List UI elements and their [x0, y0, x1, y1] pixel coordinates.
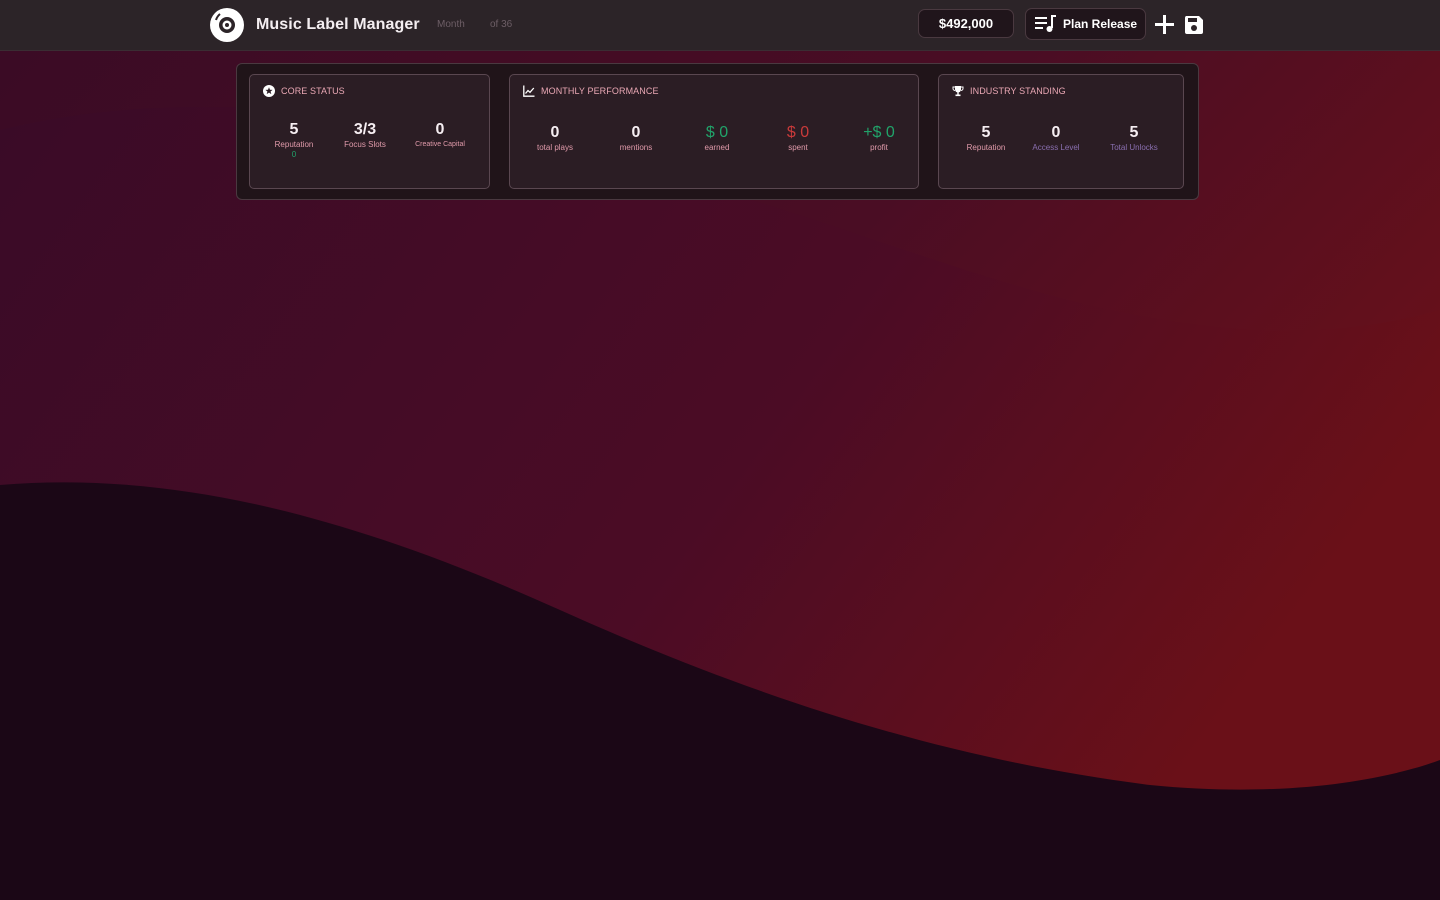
month-total: of 36 [490, 19, 513, 30]
spent-label: spent [788, 143, 808, 152]
save-icon[interactable] [1184, 15, 1204, 35]
line-chart-icon [523, 85, 535, 97]
total-plays-label: total plays [536, 143, 574, 152]
core-reputation-change: 0 [291, 150, 297, 159]
mentions-value: 0 [631, 124, 641, 141]
vinyl-record-icon [210, 8, 244, 42]
total-plays-value: 0 [550, 124, 560, 141]
star-circle-icon [263, 85, 275, 97]
stats-panel: CORE STATUS 5 Reputation 0 3/3 Focus Slo… [236, 63, 1199, 200]
playlist-music-icon [1035, 15, 1056, 32]
top-bar: Music Label Manager Month of 36 $492,000… [0, 0, 1440, 51]
access-level-stat: 0 Access Level [1011, 123, 1101, 153]
industry-standing-header: INDUSTRY STANDING [952, 85, 1066, 97]
creative-capital-label: Creative Capital [415, 141, 465, 148]
total-unlocks-stat: 5 Total Unlocks [1089, 123, 1179, 153]
core-status-card: CORE STATUS 5 Reputation 0 3/3 Focus Slo… [249, 74, 490, 189]
earned-value: $ 0 [705, 124, 729, 141]
plan-release-button[interactable]: Plan Release [1025, 8, 1146, 40]
spent-value: $ 0 [786, 124, 810, 141]
industry-standing-title: INDUSTRY STANDING [970, 86, 1066, 96]
access-level-value: 0 [1051, 124, 1061, 141]
month-label: Month [437, 19, 465, 30]
core-status-header: CORE STATUS [263, 85, 345, 97]
monthly-performance-card: MONTHLY PERFORMANCE 0 total plays 0 ment… [509, 74, 919, 189]
access-level-label: Access Level [1032, 143, 1080, 152]
earned-label: earned [704, 143, 730, 152]
profit-label: profit [870, 143, 888, 152]
industry-standing-card: INDUSTRY STANDING 5 Reputation 0 Access … [938, 74, 1184, 189]
profit-value: +$ 0 [863, 124, 895, 141]
brand: Music Label Manager [210, 8, 420, 42]
spent-stat: $ 0 spent [753, 123, 843, 153]
profit-stat: +$ 0 profit [834, 123, 924, 153]
total-plays-stat: 0 total plays [510, 123, 600, 153]
mentions-stat: 0 mentions [591, 123, 681, 153]
monthly-performance-title: MONTHLY PERFORMANCE [541, 86, 659, 96]
plan-release-label: Plan Release [1063, 17, 1138, 31]
earned-stat: $ 0 earned [672, 123, 762, 153]
money-balance: $492,000 [918, 9, 1014, 38]
plus-icon[interactable] [1155, 15, 1174, 34]
monthly-performance-header: MONTHLY PERFORMANCE [523, 85, 659, 97]
total-unlocks-label: Total Unlocks [1110, 143, 1158, 152]
mentions-label: mentions [619, 143, 653, 152]
trophy-icon [952, 86, 964, 97]
creative-capital-value: 0 [435, 121, 445, 138]
core-status-title: CORE STATUS [281, 86, 345, 96]
app-title: Music Label Manager [256, 16, 420, 33]
total-unlocks-value: 5 [1129, 124, 1139, 141]
creative-capital-stat: 0 Creative Capital [395, 120, 485, 150]
